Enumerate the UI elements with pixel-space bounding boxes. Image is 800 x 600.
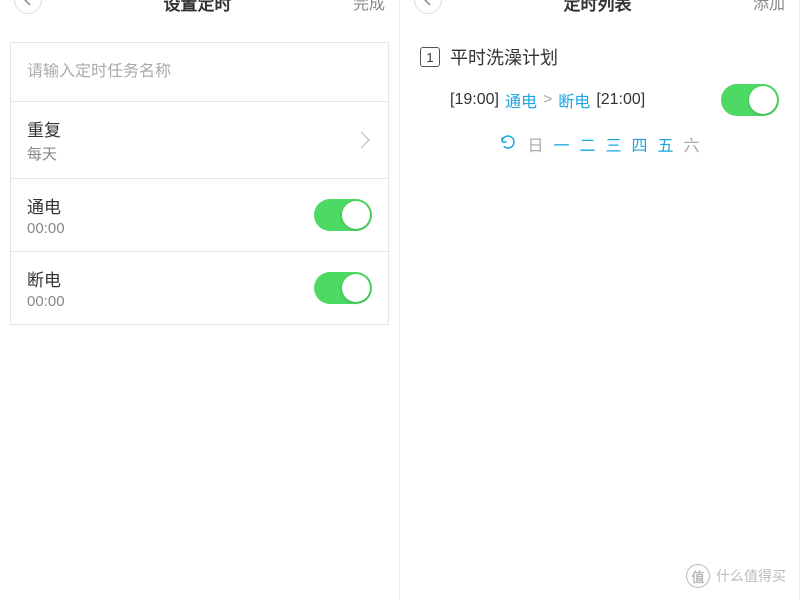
repeat-value: 每天 [27,143,61,164]
day-sun: 日 [527,132,543,156]
power-off-time: 00:00 [27,293,65,310]
task-title: 平时洗澡计划 [450,44,558,70]
task-schedule: [19:00] 通电 > 断电 [21:00] [450,88,645,112]
task-head: 1 平时洗澡计划 [420,44,779,70]
chevron-left-icon [23,0,33,6]
off-time: [21:00] [596,91,645,109]
task-days: 日 一 二 三 四 五 六 [420,132,779,156]
day-sat: 六 [684,132,700,156]
power-on-label: 通电 [27,193,65,218]
page-title: 设置定时 [163,0,231,15]
day-fri: 五 [658,132,674,156]
repeat-row[interactable]: 重复 每天 [11,102,388,179]
power-off-labels: 断电 00:00 [27,266,65,310]
settings-panel: 设置定时 完成 重复 每天 通电 00:00 断电 00:00 [0,0,400,600]
schedule-separator: > [543,91,552,109]
task-item: 1 平时洗澡计划 [19:00] 通电 > 断电 [21:00] 日 一 二 三… [400,22,799,166]
power-on-labels: 通电 00:00 [27,193,65,237]
header-right: 定时列表 添加 [400,0,799,22]
chevron-left-icon [423,0,433,6]
on-label: 通电 [505,88,537,112]
day-mon: 一 [553,132,569,156]
power-on-time: 00:00 [27,220,65,237]
task-schedule-line: [19:00] 通电 > 断电 [21:00] [420,84,779,116]
repeat-label: 重复 [27,116,61,141]
power-off-row: 断电 00:00 [11,252,388,324]
on-time: [19:00] [450,91,499,109]
timer-list-panel: 定时列表 添加 1 平时洗澡计划 [19:00] 通电 > 断电 [21:00]… [400,0,800,600]
add-button[interactable]: 添加 [753,0,785,14]
task-toggle[interactable] [721,84,779,116]
power-off-toggle[interactable] [314,272,372,304]
day-thu: 四 [632,132,648,156]
back-button[interactable] [414,0,442,14]
power-on-toggle[interactable] [314,199,372,231]
chevron-right-icon [358,129,372,151]
header-left: 设置定时 完成 [0,0,399,22]
repeat-icon [499,133,517,156]
timer-form: 重复 每天 通电 00:00 断电 00:00 [10,42,389,325]
watermark-text: 什么值得买 [716,566,786,586]
task-name-input[interactable] [27,63,372,81]
power-on-row: 通电 00:00 [11,179,388,252]
off-label: 断电 [558,88,590,112]
repeat-labels: 重复 每天 [27,116,61,164]
day-tue: 二 [579,132,595,156]
done-button[interactable]: 完成 [353,0,385,14]
power-off-label: 断电 [27,266,65,291]
back-button[interactable] [14,0,42,14]
watermark-logo: 值 [686,564,710,588]
task-index: 1 [420,47,440,67]
name-input-row [11,43,388,102]
watermark: 值 什么值得买 [686,564,786,588]
day-wed: 三 [605,132,621,156]
page-title: 定时列表 [563,0,631,15]
